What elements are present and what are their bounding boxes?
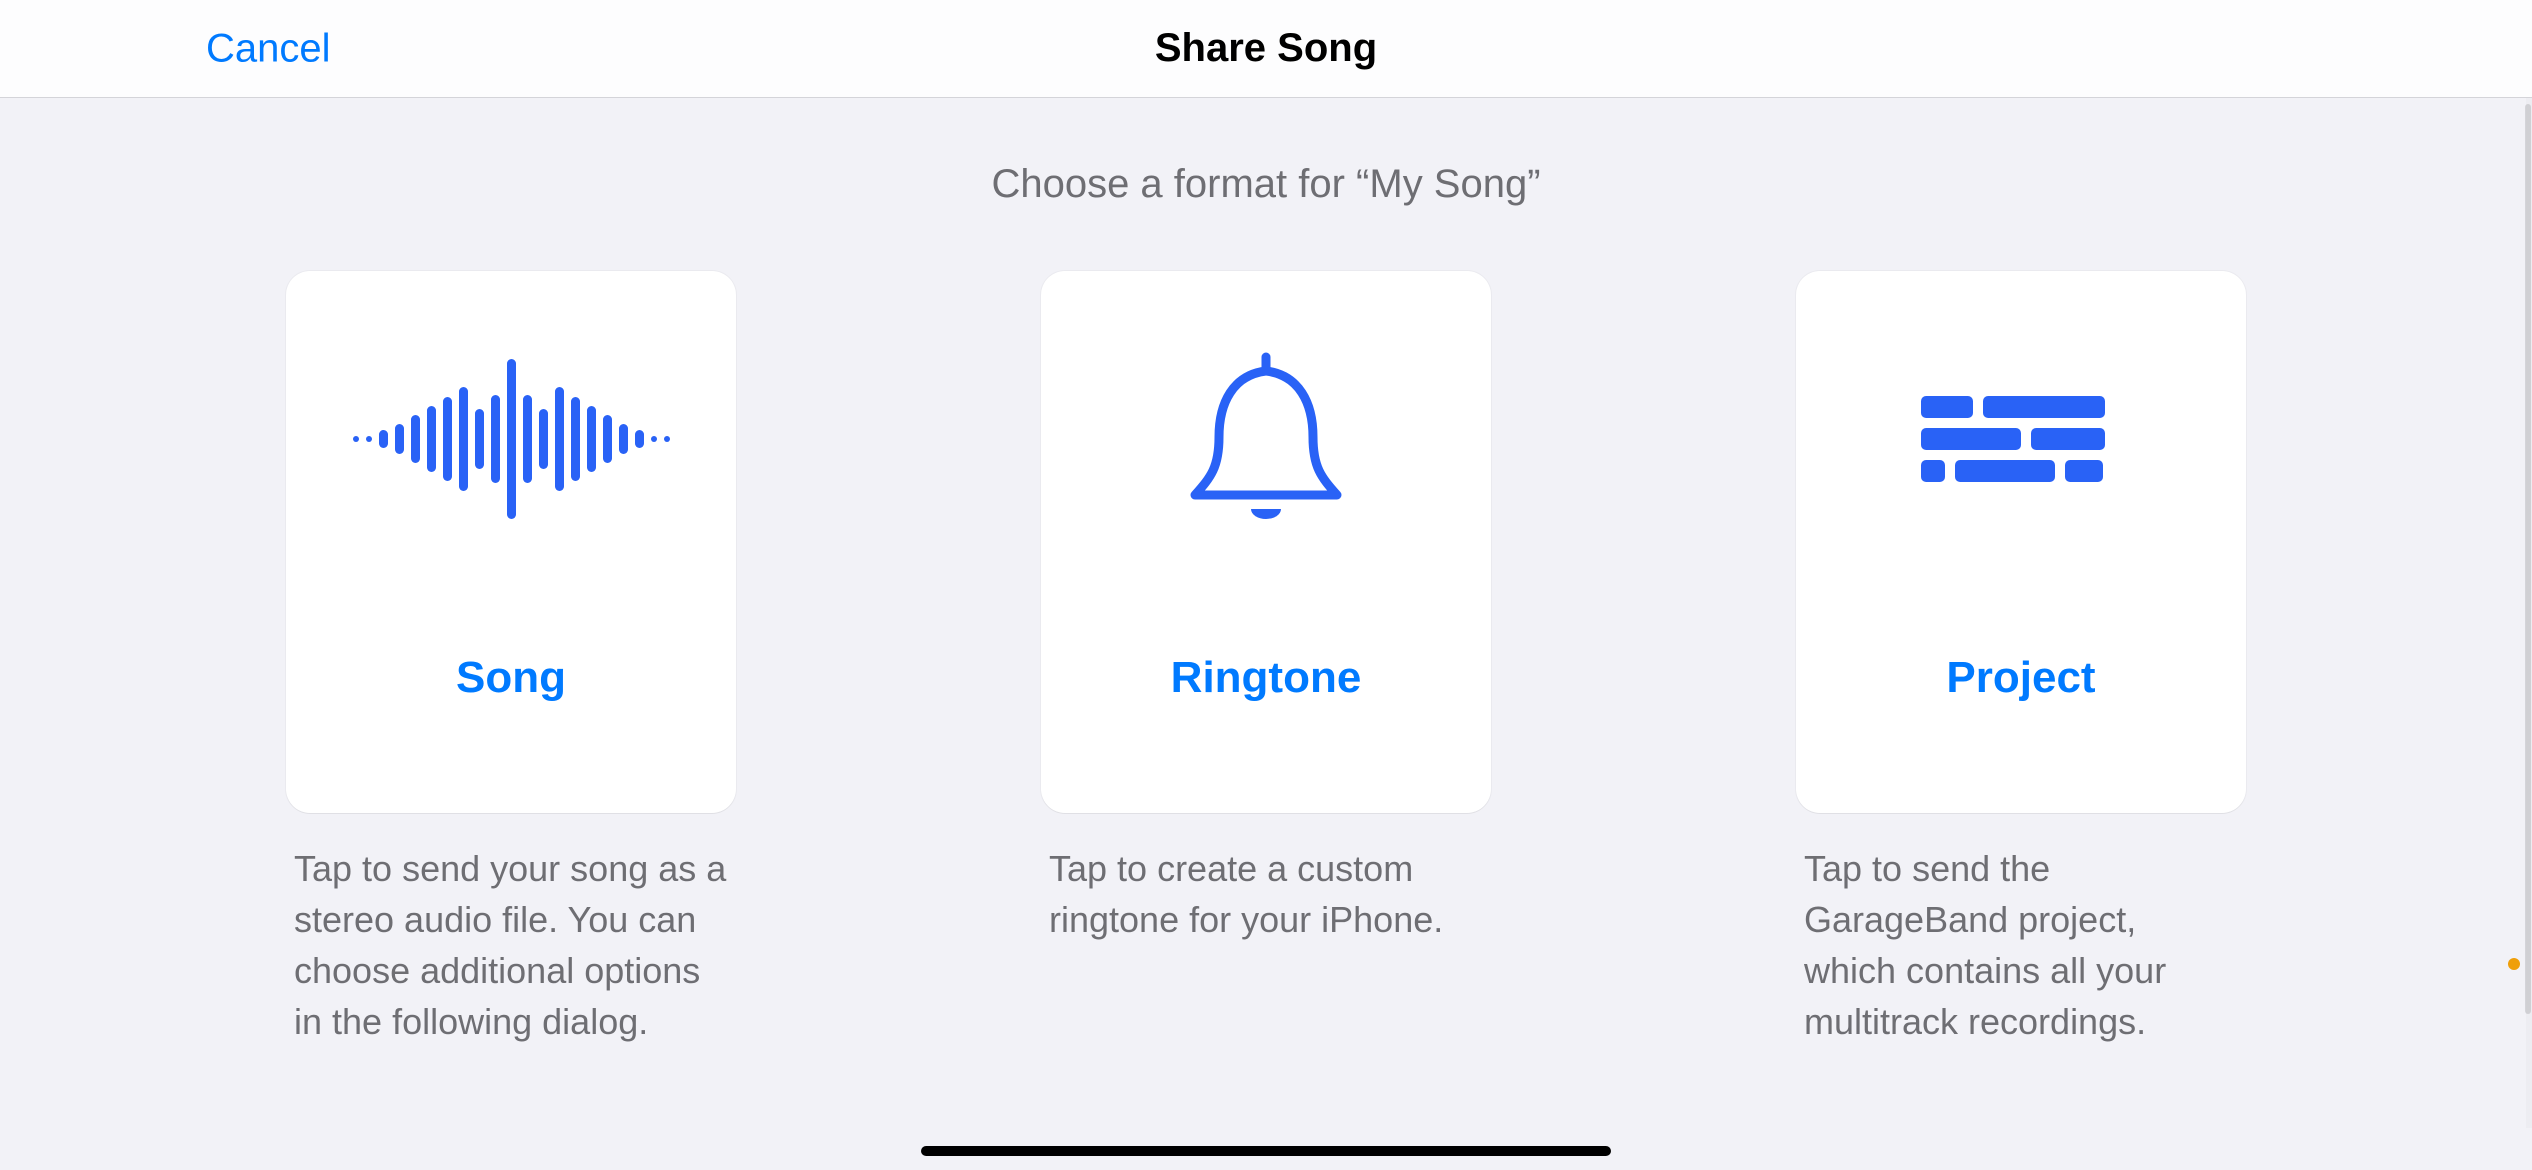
project-card[interactable]: Project [1796,271,2246,813]
page-title: Share Song [1155,26,1377,71]
subheading: Choose a format for “My Song” [0,162,2532,207]
song-card[interactable]: Song [286,271,736,813]
song-card-label: Song [456,653,566,703]
option-project: Project Tap to send the GarageBand proje… [1796,271,2246,1047]
project-description: Tap to send the GarageBand project, whic… [1796,843,2246,1047]
scrollbar-thumb[interactable] [2525,104,2531,1014]
song-description: Tap to send your song as a stereo audio … [286,843,736,1047]
format-options: Song Tap to send your song as a stereo a… [0,271,2532,1047]
home-indicator[interactable] [921,1146,1611,1156]
waveform-icon [286,271,736,607]
side-indicator-dot [2508,958,2520,970]
ringtone-card-label: Ringtone [1171,653,1362,703]
option-song: Song Tap to send your song as a stereo a… [286,271,736,1047]
ringtone-card[interactable]: Ringtone [1041,271,1491,813]
bell-icon [1041,271,1491,607]
ringtone-description: Tap to create a custom ringtone for your… [1041,843,1491,945]
cancel-button[interactable]: Cancel [206,26,331,71]
option-ringtone: Ringtone Tap to create a custom ringtone… [1041,271,1491,1047]
project-card-label: Project [1946,653,2095,703]
multitrack-icon [1796,271,2246,607]
navigation-bar: Cancel Share Song [0,0,2532,98]
